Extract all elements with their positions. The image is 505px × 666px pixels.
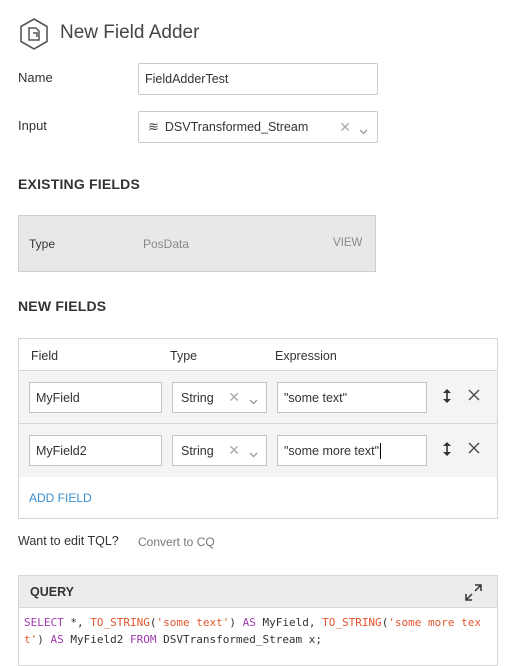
existing-type-value: PosData: [143, 237, 190, 251]
expression-value: "some text": [284, 390, 348, 405]
remove-field-icon[interactable]: [468, 441, 480, 459]
column-header-field: Field: [31, 349, 59, 363]
convert-to-cq-link[interactable]: Convert to CQ: [138, 535, 215, 549]
name-input[interactable]: FieldAdderTest: [138, 63, 378, 95]
existing-fields-panel: Type PosData VIEW: [18, 215, 376, 272]
expand-icon[interactable]: [464, 583, 483, 607]
page-title: New Field Adder: [60, 22, 200, 43]
chevron-down-icon[interactable]: [249, 394, 258, 408]
chevron-down-icon[interactable]: [359, 124, 368, 138]
name-input-value: FieldAdderTest: [145, 72, 229, 86]
field-name-input[interactable]: MyField2: [29, 435, 162, 466]
column-header-type: Type: [170, 349, 198, 363]
query-token: ): [229, 616, 243, 629]
query-token: SELECT: [24, 616, 64, 629]
query-token: ): [37, 633, 51, 646]
component-icon: [18, 18, 50, 50]
existing-type-label: Type: [29, 237, 56, 251]
query-token: TO_STRING: [90, 616, 150, 629]
query-panel: QUERY SELECT *, TO_STRING('some text') A…: [18, 575, 498, 666]
field-type-select[interactable]: String ✕: [172, 435, 267, 466]
query-token: AS: [242, 616, 256, 629]
query-token: MyField2: [63, 633, 130, 646]
query-token: *,: [63, 616, 91, 629]
clear-icon[interactable]: ✕: [228, 442, 240, 459]
expression-value: "some more text": [284, 443, 380, 458]
reorder-icon[interactable]: [442, 388, 452, 409]
field-type-value: String: [181, 390, 214, 405]
field-name-value: MyField: [36, 390, 80, 405]
query-token: AS: [50, 633, 64, 646]
new-field-row: MyField String ✕ "some text": [19, 370, 497, 423]
query-token: 'some text': [156, 616, 230, 629]
text-cursor: [380, 442, 382, 459]
input-select-value: DSVTransformed_Stream: [164, 120, 309, 134]
input-label: Input: [18, 118, 47, 133]
remove-field-icon[interactable]: [468, 388, 480, 406]
edit-tql-question: Want to edit TQL?: [18, 534, 119, 548]
query-token: DSVTransformed_Stream x;: [156, 633, 323, 646]
query-title: QUERY: [30, 585, 74, 599]
view-button[interactable]: VIEW: [333, 237, 362, 249]
expression-input[interactable]: "some text": [277, 382, 427, 413]
new-field-row: MyField2 String ✕ "some more text": [19, 423, 497, 477]
existing-fields-title: EXISTING FIELDS: [18, 176, 141, 192]
query-token: FROM: [129, 633, 157, 646]
reorder-icon[interactable]: [442, 441, 452, 462]
query-header: QUERY: [19, 576, 497, 608]
field-type-value: String: [181, 443, 214, 458]
add-field-button[interactable]: ADD FIELD: [29, 491, 92, 505]
stream-icon: ≋: [148, 119, 159, 134]
column-header-expression: Expression: [275, 349, 337, 363]
field-name-input[interactable]: MyField: [29, 382, 162, 413]
new-fields-title: NEW FIELDS: [18, 298, 107, 314]
clear-icon[interactable]: ✕: [339, 119, 351, 136]
new-fields-panel: Field Type Expression MyField String ✕ "…: [18, 338, 498, 519]
chevron-down-icon[interactable]: [249, 447, 258, 461]
field-name-value: MyField2: [36, 443, 87, 458]
expression-input[interactable]: "some more text": [277, 435, 427, 466]
query-code[interactable]: SELECT *, TO_STRING('some text') AS MyFi…: [24, 614, 496, 648]
input-select[interactable]: ≋ DSVTransformed_Stream ✕: [138, 111, 378, 143]
field-type-select[interactable]: String ✕: [172, 382, 267, 413]
name-label: Name: [18, 70, 53, 85]
query-token: TO_STRING: [322, 616, 382, 629]
clear-icon[interactable]: ✕: [228, 389, 240, 406]
query-token: MyField,: [255, 616, 323, 629]
